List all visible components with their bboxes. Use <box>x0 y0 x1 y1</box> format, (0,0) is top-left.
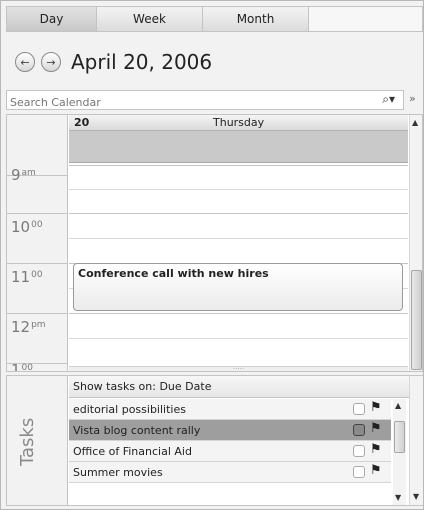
tab-day[interactable]: Day <box>7 7 97 31</box>
task-checkbox[interactable] <box>353 403 365 415</box>
time-slot[interactable] <box>69 313 408 314</box>
time-column: 9am 1000 1100 12pm 100 <box>7 115 68 372</box>
hour-divider <box>7 263 68 264</box>
task-title: Summer movies <box>73 466 163 479</box>
time-slot[interactable] <box>69 238 408 239</box>
search-icon[interactable]: ⌕▾ <box>382 92 395 107</box>
calendar-scrollbar[interactable]: ▲ <box>409 115 422 371</box>
time-slot[interactable] <box>69 165 408 166</box>
back-arrow-icon[interactable]: ← <box>15 52 35 72</box>
scroll-down-icon[interactable]: ▼ <box>413 492 419 501</box>
tasks-label: Tasks <box>17 417 38 466</box>
flag-icon[interactable]: ⚑ <box>370 442 382 457</box>
flag-icon[interactable]: ⚑ <box>370 463 382 478</box>
tasks-scrollbar[interactable]: ▲ ▼ <box>393 399 406 505</box>
hour-label: 1100 <box>11 268 43 286</box>
task-checkbox[interactable] <box>353 424 365 436</box>
hour-label: 9am <box>11 166 36 184</box>
task-title: Office of Financial Aid <box>73 445 192 458</box>
task-checkbox[interactable] <box>353 466 365 478</box>
tab-week[interactable]: Week <box>97 7 203 31</box>
date-navigation: ← → April 20, 2006 <box>15 47 212 77</box>
forward-arrow-icon[interactable]: → <box>41 52 61 72</box>
scroll-up-icon[interactable]: ▲ <box>395 401 401 410</box>
tab-month[interactable]: Month <box>203 7 309 31</box>
hour-divider <box>7 313 68 314</box>
task-item[interactable]: editorial possibilities ⚑ <box>69 399 391 420</box>
day-header: 20 Thursday <box>69 115 408 163</box>
time-slot[interactable] <box>69 213 408 214</box>
tasks-header-label: Show tasks on: Due Date <box>73 380 212 393</box>
appointment[interactable]: Conference call with new hires <box>73 263 403 311</box>
time-slot[interactable] <box>69 189 408 190</box>
view-tabs: Day Week Month <box>6 6 423 32</box>
date-title: April 20, 2006 <box>71 50 213 74</box>
tasks-header[interactable]: Show tasks on: Due Date ⋮ <box>69 376 423 398</box>
task-title: Vista blog content rally <box>73 424 201 437</box>
time-slot[interactable] <box>69 338 408 339</box>
hour-label: 1000 <box>11 218 43 236</box>
search-box: ⌕▾ <box>6 90 404 112</box>
hour-label: 100 <box>11 361 33 372</box>
hour-label: 12pm <box>11 318 46 336</box>
flag-icon[interactable]: ⚑ <box>370 400 382 415</box>
scroll-thumb[interactable] <box>394 421 405 453</box>
day-header-title[interactable]: 20 Thursday <box>69 115 408 131</box>
scroll-down-icon[interactable]: ▼ <box>395 493 401 502</box>
calendar-window: Day Week Month ← → April 20, 2006 ⌕▾ » 9… <box>0 0 424 510</box>
scroll-up-icon[interactable]: ▲ <box>412 118 418 127</box>
search-input[interactable] <box>7 93 367 112</box>
task-title: editorial possibilities <box>73 403 186 416</box>
tasks-pane: Tasks Show tasks on: Due Date ⋮ editoria… <box>6 375 423 506</box>
flag-icon[interactable]: ⚑ <box>370 421 382 436</box>
day-number: 20 <box>74 116 90 129</box>
day-grid: 9am 1000 1100 12pm 100 20 Thursday Confe… <box>6 114 423 372</box>
hour-divider <box>7 213 68 214</box>
pane-splitter[interactable]: ····· <box>69 366 408 371</box>
tasks-side-bar: Tasks <box>7 376 68 505</box>
task-checkbox[interactable] <box>353 445 365 457</box>
task-item[interactable]: Vista blog content rally ⚑ <box>69 420 391 441</box>
outer-scrollbar[interactable]: ▼ <box>409 376 423 505</box>
scroll-thumb[interactable] <box>411 270 422 370</box>
task-item[interactable]: Office of Financial Aid ⚑ <box>69 441 391 462</box>
task-item[interactable]: Summer movies ⚑ <box>69 462 391 483</box>
chevron-down-icon[interactable]: » <box>409 92 416 105</box>
day-name: Thursday <box>213 116 265 129</box>
